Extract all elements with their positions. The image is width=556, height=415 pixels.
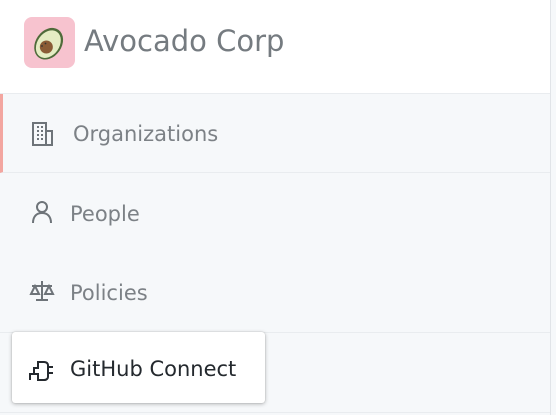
sidebar-item-label: People — [70, 202, 140, 226]
avocado-logo-icon[interactable] — [24, 17, 75, 68]
law-scale-icon — [29, 278, 55, 304]
sidebar-item-organizations[interactable]: Organizations — [0, 94, 550, 173]
sidebar-header: Avocado Corp — [0, 0, 550, 94]
person-icon — [29, 199, 55, 225]
sidebar-item-label: Policies — [70, 281, 148, 305]
sidebar-item-policies[interactable]: Policies — [0, 253, 550, 333]
sidebar-item-people[interactable]: People — [0, 174, 550, 254]
plug-icon — [28, 356, 54, 382]
sidebar-item-label: Organizations — [73, 122, 219, 146]
enterprise-sidebar: Avocado Corp Organizations People Polici… — [0, 0, 551, 415]
org-name[interactable]: Avocado Corp — [84, 24, 284, 58]
sidebar-item-label: GitHub Connect — [70, 357, 237, 381]
sidebar-item-github-connect[interactable]: GitHub Connect — [12, 332, 265, 403]
building-icon — [29, 121, 55, 147]
